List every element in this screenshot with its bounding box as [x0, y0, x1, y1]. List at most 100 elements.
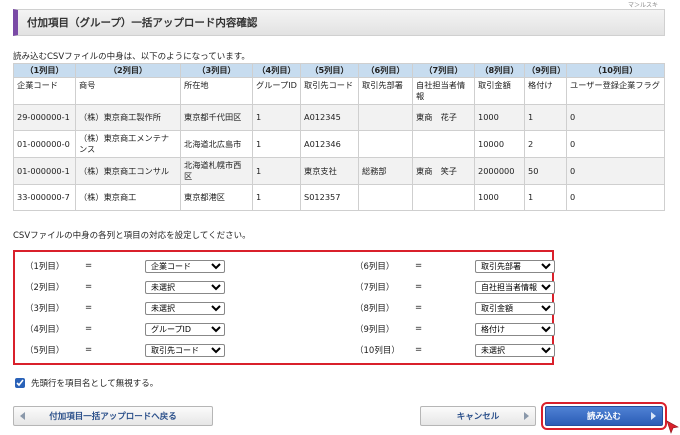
table-column-name-cell: 格付け — [524, 77, 567, 105]
mapping-row: （1列目） = 企業コード — [25, 256, 225, 276]
mapping-row: （4列目） = グループID — [25, 319, 225, 339]
table-column-name-cell: ユーザー登録企業フラグ — [566, 77, 665, 105]
mapping-field-select[interactable]: 取引先部署 — [475, 259, 555, 273]
table-cell — [358, 184, 413, 211]
mapping-field-select[interactable]: 未選択 — [145, 301, 225, 315]
mapping-row: （8列目） = 取引金額 — [355, 298, 555, 318]
mapping-field-select[interactable]: 取引金額 — [475, 301, 555, 315]
table-cell: 1000 — [474, 104, 525, 131]
mapping-equals: = — [415, 303, 423, 313]
mapping-row: （7列目） = 自社担当者情報 — [355, 277, 555, 297]
ignore-header-checkbox-row[interactable]: 先頭行を項目名として無視する。 — [15, 377, 158, 389]
table-cell — [412, 130, 475, 158]
table-header-cell: （2列目） — [75, 63, 181, 78]
mapping-column-label: （8列目） — [355, 304, 395, 314]
table-cell: 0 — [566, 130, 665, 158]
mapping-field-select[interactable]: 格付け — [475, 322, 555, 336]
table-column-name-cell: 商号 — [75, 77, 181, 105]
mapping-field-select[interactable]: 未選択 — [145, 280, 225, 294]
mapping-row: （6列目） = 取引先部署 — [355, 256, 555, 276]
table-column-name-cell: 取引先コード — [300, 77, 359, 105]
table-cell: 2 — [524, 130, 567, 158]
load-button[interactable]: 読み込む — [541, 402, 667, 430]
table-cell: 01-000000-0 — [13, 130, 76, 158]
mapping-field-select[interactable]: グループID — [145, 322, 225, 336]
table-cell: 1 — [252, 157, 301, 185]
table-cell: 29-000000-1 — [13, 104, 76, 131]
table-header-cell: （1列目） — [13, 63, 76, 78]
mapping-column-label: （4列目） — [25, 325, 65, 335]
table-header-cell: （8列目） — [474, 63, 525, 78]
mapping-equals: = — [415, 324, 423, 334]
table-cell: 東商 花子 — [412, 104, 475, 131]
table-header-cell: （4列目） — [252, 63, 301, 78]
table-cell: 2000000 — [474, 157, 525, 185]
table-column-name-cell: グループID — [252, 77, 301, 105]
table-row: 29-000000-1 （株）東京商工製作所 東京都千代田区 1 A012345 東商 花… — [13, 104, 665, 131]
table-cell: （株）東京商工コンサル — [75, 157, 181, 185]
mapping-field-select[interactable]: 自社担当者情報 — [475, 280, 555, 294]
mapping-column-label: （10列目） — [355, 346, 400, 356]
table-cell: 0 — [566, 184, 665, 211]
mapping-column-label: （3列目） — [25, 304, 65, 314]
mapping-field-select[interactable]: 未選択 — [475, 343, 555, 357]
table-cell: （株）東京商工 — [75, 184, 181, 211]
table-cell: 1000 — [474, 184, 525, 211]
mapping-column-label: （6列目） — [355, 262, 395, 272]
table-header-cell: （7列目） — [412, 63, 475, 78]
table-cell: 1 — [252, 104, 301, 131]
mapping-equals: = — [85, 261, 93, 271]
mapping-equals: = — [415, 345, 423, 355]
table-cell: 1 — [252, 130, 301, 158]
table-cell: S012357 — [300, 184, 359, 211]
cursor-pointer-icon — [666, 420, 679, 434]
table-column-name-cell: 所在地 — [180, 77, 253, 105]
back-to-upload-button[interactable]: 付加項目一括アップロードへ戻る — [13, 406, 213, 426]
table-row: 01-000000-0 （株）東京商工メンテナンス 北海道北広島市 1 A012346 1… — [13, 130, 665, 158]
mapping-equals: = — [415, 282, 423, 292]
mapping-equals: = — [85, 324, 93, 334]
mapping-column-label: （1列目） — [25, 262, 65, 272]
mapping-row: （5列目） = 取引先コード — [25, 340, 225, 360]
mapping-field-select[interactable]: 企業コード — [145, 259, 225, 273]
table-cell — [358, 130, 413, 158]
ignore-header-checkbox[interactable] — [15, 378, 25, 388]
table-header-cell: （10列目） — [566, 63, 665, 78]
table-cell: 北海道札幌市西区 — [180, 157, 253, 185]
mapping-equals: = — [415, 261, 423, 271]
load-button-label: 読み込む — [586, 412, 621, 422]
table-cell: 1 — [524, 104, 567, 131]
cancel-button[interactable]: キャンセル — [420, 406, 536, 426]
table-cell: 0 — [566, 104, 665, 131]
table-cell: 01-000000-1 — [13, 157, 76, 185]
table-column-name-cell: 取引先部署 — [358, 77, 413, 105]
table-header-cell: （9列目） — [524, 63, 567, 78]
back-button-label: 付加項目一括アップロードへ戻る — [49, 412, 177, 422]
mapping-row: （10列目） = 未選択 — [355, 340, 555, 360]
table-column-name-cell: 取引金額 — [474, 77, 525, 105]
mapping-equals: = — [85, 345, 93, 355]
table-cell: 1 — [252, 184, 301, 211]
table-header-cell: （5列目） — [300, 63, 359, 78]
table-cell — [358, 104, 413, 131]
mapping-field-select[interactable]: 取引先コード — [145, 343, 225, 357]
mapping-column-label: （7列目） — [355, 283, 395, 293]
table-cell: 33-000000-7 — [13, 184, 76, 211]
mapping-equals: = — [85, 303, 93, 313]
mapping-equals: = — [85, 282, 93, 292]
table-cell: A012346 — [300, 130, 359, 158]
arrow-right-icon — [524, 412, 529, 420]
mapping-instruction: CSVファイルの中身の各列と項目の対応を設定してください。 — [13, 231, 251, 241]
table-cell: （株）東京商工製作所 — [75, 104, 181, 131]
page-title: 付加項目（グループ）一括アップロード内容確認 — [13, 9, 665, 36]
table-row: 33-000000-7 （株）東京商工 東京都港区 1 S012357 1000 1 0 — [13, 184, 665, 211]
column-mapping-box: （1列目） = 企業コード （2列目） = 未選択 （3列目） = 未選択 （4列目） = グループI… — [13, 250, 555, 365]
mapping-row: （9列目） = 格付け — [355, 319, 555, 339]
table-cell: （株）東京商工メンテナンス — [75, 130, 181, 158]
corner-text: マ＞ルスキ — [627, 2, 658, 9]
table-cell: 北海道北広島市 — [180, 130, 253, 158]
table-cell: 10000 — [474, 130, 525, 158]
table-header-row: （1列目） （2列目） （3列目） （4列目） （5列目） （6列目） （7列目） （8列目）… — [13, 63, 665, 78]
mapping-column-label: （9列目） — [355, 325, 395, 335]
intro-text: 読み込むCSVファイルの中身は、以下のようになっています。 — [13, 52, 250, 62]
